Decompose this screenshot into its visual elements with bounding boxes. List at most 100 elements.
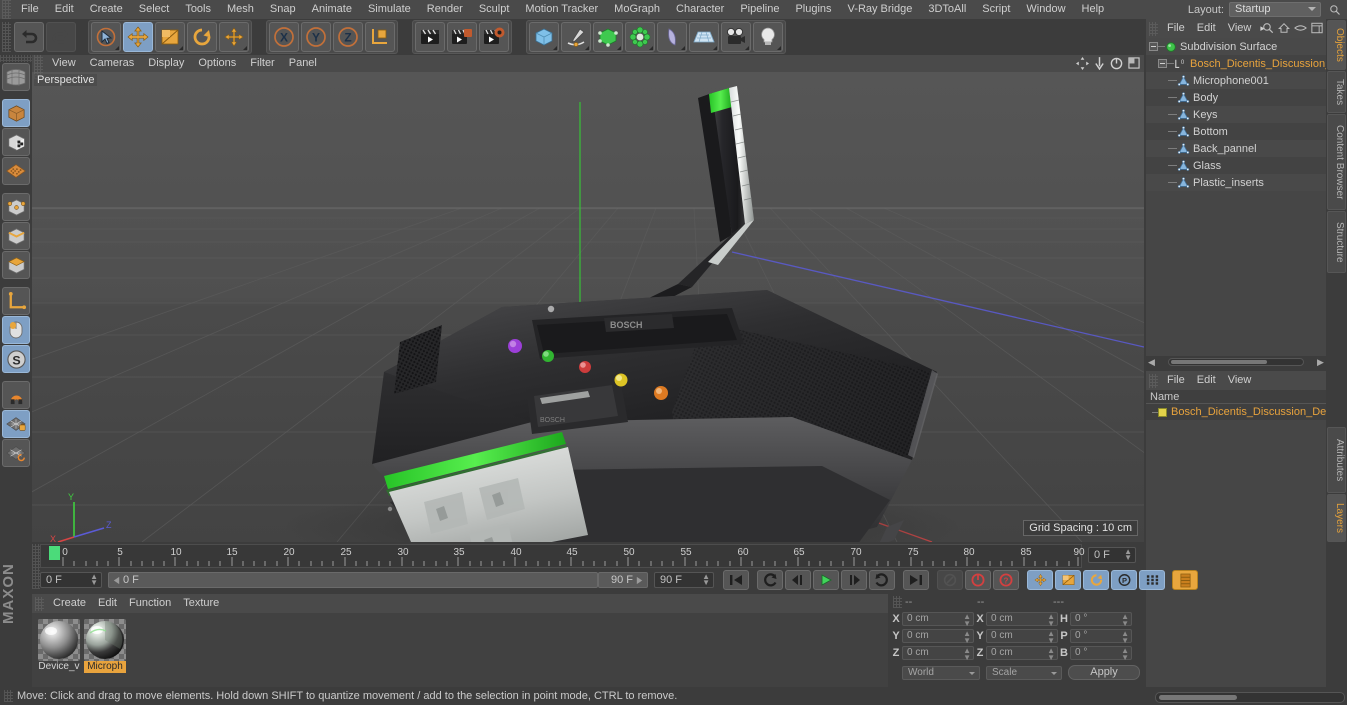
object-manager-menu-view[interactable]: View bbox=[1222, 19, 1258, 38]
previous-key-button[interactable] bbox=[757, 570, 783, 590]
spinner-icon[interactable]: ▲ ▼ bbox=[1124, 548, 1132, 562]
menu-item-pipeline[interactable]: Pipeline bbox=[732, 0, 787, 19]
tab-content-browser[interactable]: Content Browser bbox=[1327, 114, 1346, 210]
scroll-track[interactable] bbox=[1168, 358, 1304, 366]
preview-range-min-bar[interactable]: 0 F bbox=[108, 572, 598, 588]
layer-manager-body[interactable]: Name Bosch_Dicentis_Discussion_Device bbox=[1146, 390, 1346, 689]
menu-item-motion-tracker[interactable]: Motion Tracker bbox=[517, 0, 606, 19]
scroll-thumb[interactable] bbox=[1159, 695, 1237, 700]
timeline-ruler[interactable]: 0 5 10 15 20 25 30 35 40 45 50 55 60 65 … bbox=[40, 544, 1085, 568]
menu-item-select[interactable]: Select bbox=[131, 0, 178, 19]
spinner-icon[interactable]: ▲ ▼ bbox=[963, 646, 971, 661]
layer-manager-menu-view[interactable]: View bbox=[1222, 371, 1258, 390]
material-chip-device[interactable]: Device_v bbox=[38, 619, 80, 673]
menu-item-script[interactable]: Script bbox=[974, 0, 1018, 19]
position-y-field[interactable]: 0 cm ▲ ▼ bbox=[902, 628, 974, 644]
key-position-button[interactable] bbox=[1027, 570, 1053, 590]
axis-mode-button[interactable] bbox=[2, 287, 30, 315]
spline-pen-button[interactable] bbox=[561, 22, 591, 52]
object-row-keys[interactable]: Keys bbox=[1146, 106, 1326, 123]
deformer-button[interactable] bbox=[657, 22, 687, 52]
x-axis-lock-button[interactable]: X bbox=[269, 22, 299, 52]
step-back-button[interactable] bbox=[785, 570, 811, 590]
z-axis-lock-button[interactable]: Z bbox=[333, 22, 363, 52]
polygon-mode-button[interactable] bbox=[2, 251, 30, 279]
material-menu-edit[interactable]: Edit bbox=[92, 594, 123, 613]
layer-row[interactable]: Bosch_Dicentis_Discussion_Device bbox=[1146, 404, 1346, 420]
lock-workplane-button[interactable] bbox=[2, 410, 30, 438]
viewport-3d-canvas[interactable]: BOSCH BOSCH Y Z X bbox=[32, 72, 1144, 542]
object-manager-hscrollbar[interactable]: ◀ ▶ bbox=[1146, 356, 1326, 368]
pan-icon[interactable] bbox=[1076, 57, 1089, 70]
object-manager-grip[interactable] bbox=[1149, 21, 1158, 36]
material-manager-grip[interactable] bbox=[35, 596, 44, 611]
eye-icon[interactable] bbox=[1294, 23, 1307, 33]
menu-item-animate[interactable]: Animate bbox=[304, 0, 360, 19]
current-frame-field[interactable]: 0 F ▲ ▼ bbox=[40, 572, 102, 588]
edge-mode-button[interactable] bbox=[2, 222, 30, 250]
y-axis-lock-button[interactable]: Y bbox=[301, 22, 331, 52]
rotation-h-field[interactable]: 0 ° ▲ ▼ bbox=[1070, 611, 1132, 627]
layout-select[interactable]: Startup bbox=[1229, 2, 1321, 17]
light-button[interactable] bbox=[753, 22, 783, 52]
preview-range-max-bar[interactable]: 90 F bbox=[598, 572, 648, 588]
menu-item-mograph[interactable]: MoGraph bbox=[606, 0, 668, 19]
play-button[interactable] bbox=[813, 570, 839, 590]
next-key-button[interactable] bbox=[869, 570, 895, 590]
scroll-thumb[interactable] bbox=[1171, 360, 1267, 364]
spinner-icon[interactable]: ▲ ▼ bbox=[1047, 629, 1055, 644]
spinner-icon[interactable]: ▲ ▼ bbox=[1047, 612, 1055, 627]
autokey-button[interactable] bbox=[937, 570, 963, 590]
menu-item-sculpt[interactable]: Sculpt bbox=[471, 0, 518, 19]
expander-icon[interactable] bbox=[1149, 42, 1158, 51]
tab-layers[interactable]: Layers bbox=[1327, 494, 1346, 542]
layer-manager-grip[interactable] bbox=[1149, 373, 1158, 388]
rotation-b-field[interactable]: 0 ° ▲ ▼ bbox=[1070, 645, 1132, 661]
nurbs-button[interactable] bbox=[593, 22, 623, 52]
spinner-icon[interactable]: ▲ ▼ bbox=[963, 612, 971, 627]
texture-mode-button[interactable] bbox=[2, 128, 30, 156]
render-to-picture-viewer-button[interactable] bbox=[447, 22, 477, 52]
move-tool-button[interactable] bbox=[123, 22, 153, 52]
object-row-subdivision-surface[interactable]: Subdivision Surface bbox=[1146, 38, 1326, 55]
menu-item-file[interactable]: File bbox=[13, 0, 47, 19]
search-icon[interactable] bbox=[1262, 22, 1274, 34]
material-menu-create[interactable]: Create bbox=[47, 594, 92, 613]
material-chip-microphone[interactable]: Microph bbox=[84, 619, 126, 673]
live-selection-button[interactable] bbox=[91, 22, 121, 52]
make-editable-button[interactable] bbox=[2, 63, 30, 91]
scroll-right-icon[interactable]: ▶ bbox=[1315, 357, 1326, 368]
viewport-menu-panel[interactable]: Panel bbox=[282, 55, 324, 72]
status-bar-grip[interactable] bbox=[4, 690, 13, 702]
cube-primitive-button[interactable] bbox=[529, 22, 559, 52]
material-menu-function[interactable]: Function bbox=[123, 594, 177, 613]
coordinates-grip[interactable] bbox=[893, 596, 902, 608]
point-mode-button[interactable] bbox=[2, 193, 30, 221]
menu-item-character[interactable]: Character bbox=[668, 0, 732, 19]
menu-item-help[interactable]: Help bbox=[1074, 0, 1113, 19]
layout-icon[interactable] bbox=[1311, 22, 1323, 34]
magnet-button[interactable] bbox=[2, 381, 30, 409]
material-menu-texture[interactable]: Texture bbox=[177, 594, 225, 613]
camera-button[interactable] bbox=[721, 22, 751, 52]
spinner-icon[interactable]: ▲ ▼ bbox=[90, 573, 98, 587]
key-pla-button[interactable] bbox=[1139, 570, 1165, 590]
max-frame-field[interactable]: 90 F ▲ ▼ bbox=[654, 572, 714, 588]
expander-icon[interactable] bbox=[1158, 59, 1167, 68]
coordinate-mode-select[interactable]: Scale bbox=[986, 665, 1062, 680]
render-settings-button[interactable] bbox=[479, 22, 509, 52]
position-z-field[interactable]: 0 cm ▲ ▼ bbox=[902, 645, 974, 661]
rotation-p-field[interactable]: 0 ° ▲ ▼ bbox=[1070, 628, 1132, 644]
object-row-back-pannel[interactable]: Back_pannel bbox=[1146, 140, 1326, 157]
object-axis-button[interactable]: S bbox=[2, 345, 30, 373]
tab-attributes[interactable]: Attributes bbox=[1327, 427, 1346, 493]
spinner-icon[interactable]: ▲ ▼ bbox=[963, 629, 971, 644]
object-row-bottom[interactable]: Bottom bbox=[1146, 123, 1326, 140]
object-row-bosch-dicentis[interactable]: 0 Bosch_Dicentis_Discussion_Device bbox=[1146, 55, 1326, 72]
menu-item-mesh[interactable]: Mesh bbox=[219, 0, 262, 19]
rotate-tool-button[interactable] bbox=[187, 22, 217, 52]
animation-layers-button[interactable] bbox=[1172, 570, 1198, 590]
left-toolbar-grip[interactable] bbox=[0, 55, 32, 62]
object-manager-menu-edit[interactable]: Edit bbox=[1191, 19, 1222, 38]
viewport-menu-options[interactable]: Options bbox=[191, 55, 243, 72]
